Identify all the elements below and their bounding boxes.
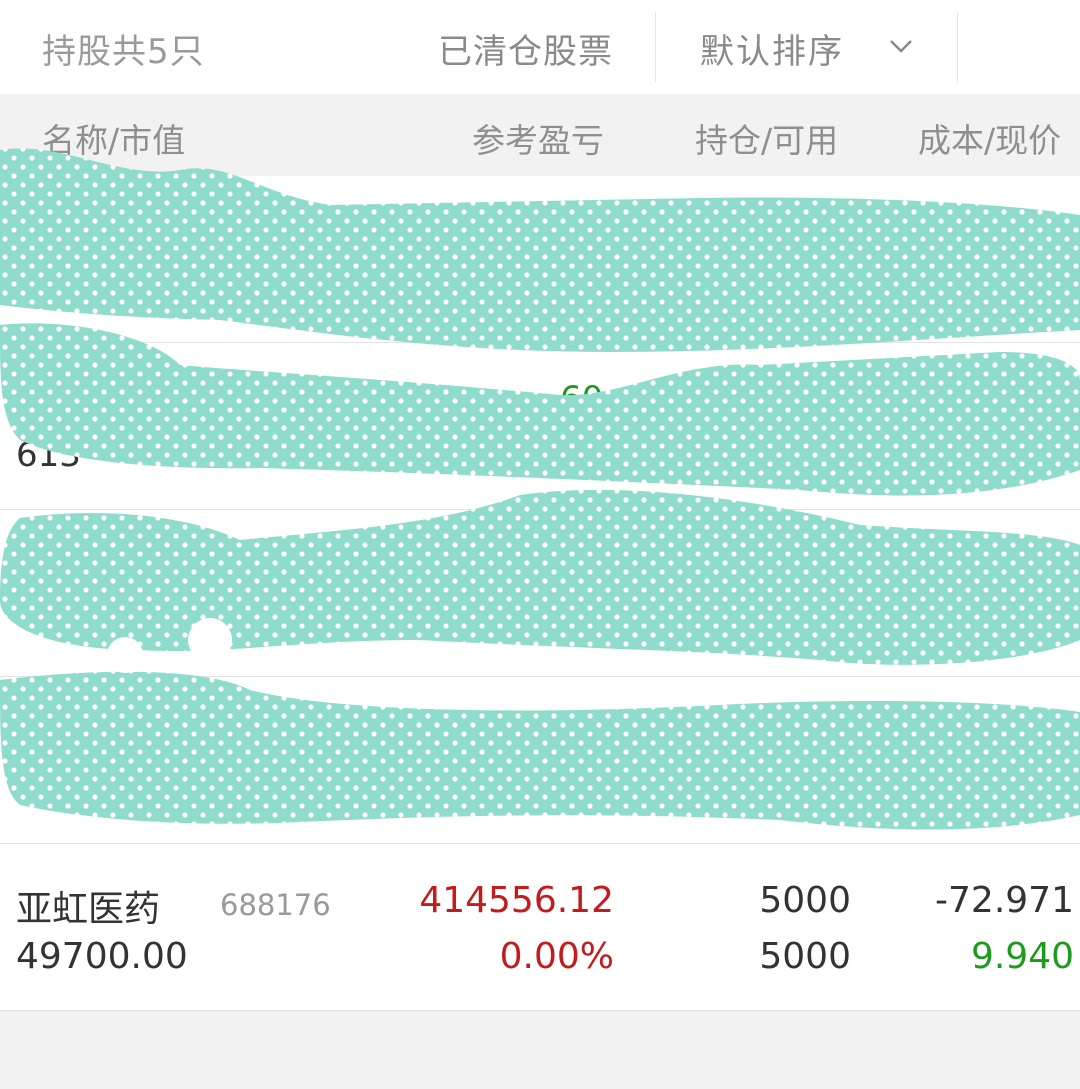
table-header: 名称/市值 参考盈亏 持仓/可用 成本/现价	[0, 94, 1080, 176]
holdings-count: 持股共5只	[42, 32, 205, 72]
position-quantity: 5000	[759, 880, 851, 921]
available-quantity: 5000	[759, 936, 851, 977]
cleared-stocks-link[interactable]: 已清仓股票	[438, 24, 613, 73]
redacted-fragment: 6197	[255, 717, 329, 751]
table-row[interactable]: 414 550.	[0, 176, 1080, 343]
reference-pnl-percent: 0.00%	[499, 936, 614, 977]
stock-code: 688176	[220, 888, 331, 922]
divider	[957, 12, 958, 82]
col-name-market-value: 名称/市值	[42, 121, 186, 160]
chevron-down-icon[interactable]	[888, 36, 914, 56]
table-row[interactable]: 60 613	[0, 343, 1080, 510]
reference-pnl: 414556.12	[419, 880, 614, 921]
redacted-fragment: 613	[16, 435, 81, 475]
redacted-fragment: 550.	[16, 276, 92, 316]
table-row[interactable]: 100.55%	[0, 510, 1080, 677]
sort-dropdown[interactable]: 默认排序	[700, 24, 844, 73]
col-cost-price: 成本/现价	[918, 121, 1062, 160]
stock-name: 亚虹医药	[16, 889, 161, 930]
cost-price: -72.971	[935, 880, 1074, 921]
redacted-fragment: 100.55%	[462, 610, 614, 650]
divider	[655, 12, 656, 82]
redacted-fragment: 414	[1009, 214, 1074, 254]
col-position-available: 持仓/可用	[695, 121, 839, 160]
current-price: 9.940	[970, 936, 1074, 977]
table-row[interactable]: 6197	[0, 677, 1080, 844]
market-value: 49700.00	[16, 936, 188, 977]
table-row[interactable]: 亚虹医药 688176 49700.00 414556.12 0.00% 500…	[0, 844, 1080, 1011]
col-reference-pnl: 参考盈亏	[472, 121, 604, 160]
top-bar: 持股共5只 已清仓股票 默认排序	[0, 0, 1080, 94]
redacted-fragment: 60	[560, 379, 604, 419]
